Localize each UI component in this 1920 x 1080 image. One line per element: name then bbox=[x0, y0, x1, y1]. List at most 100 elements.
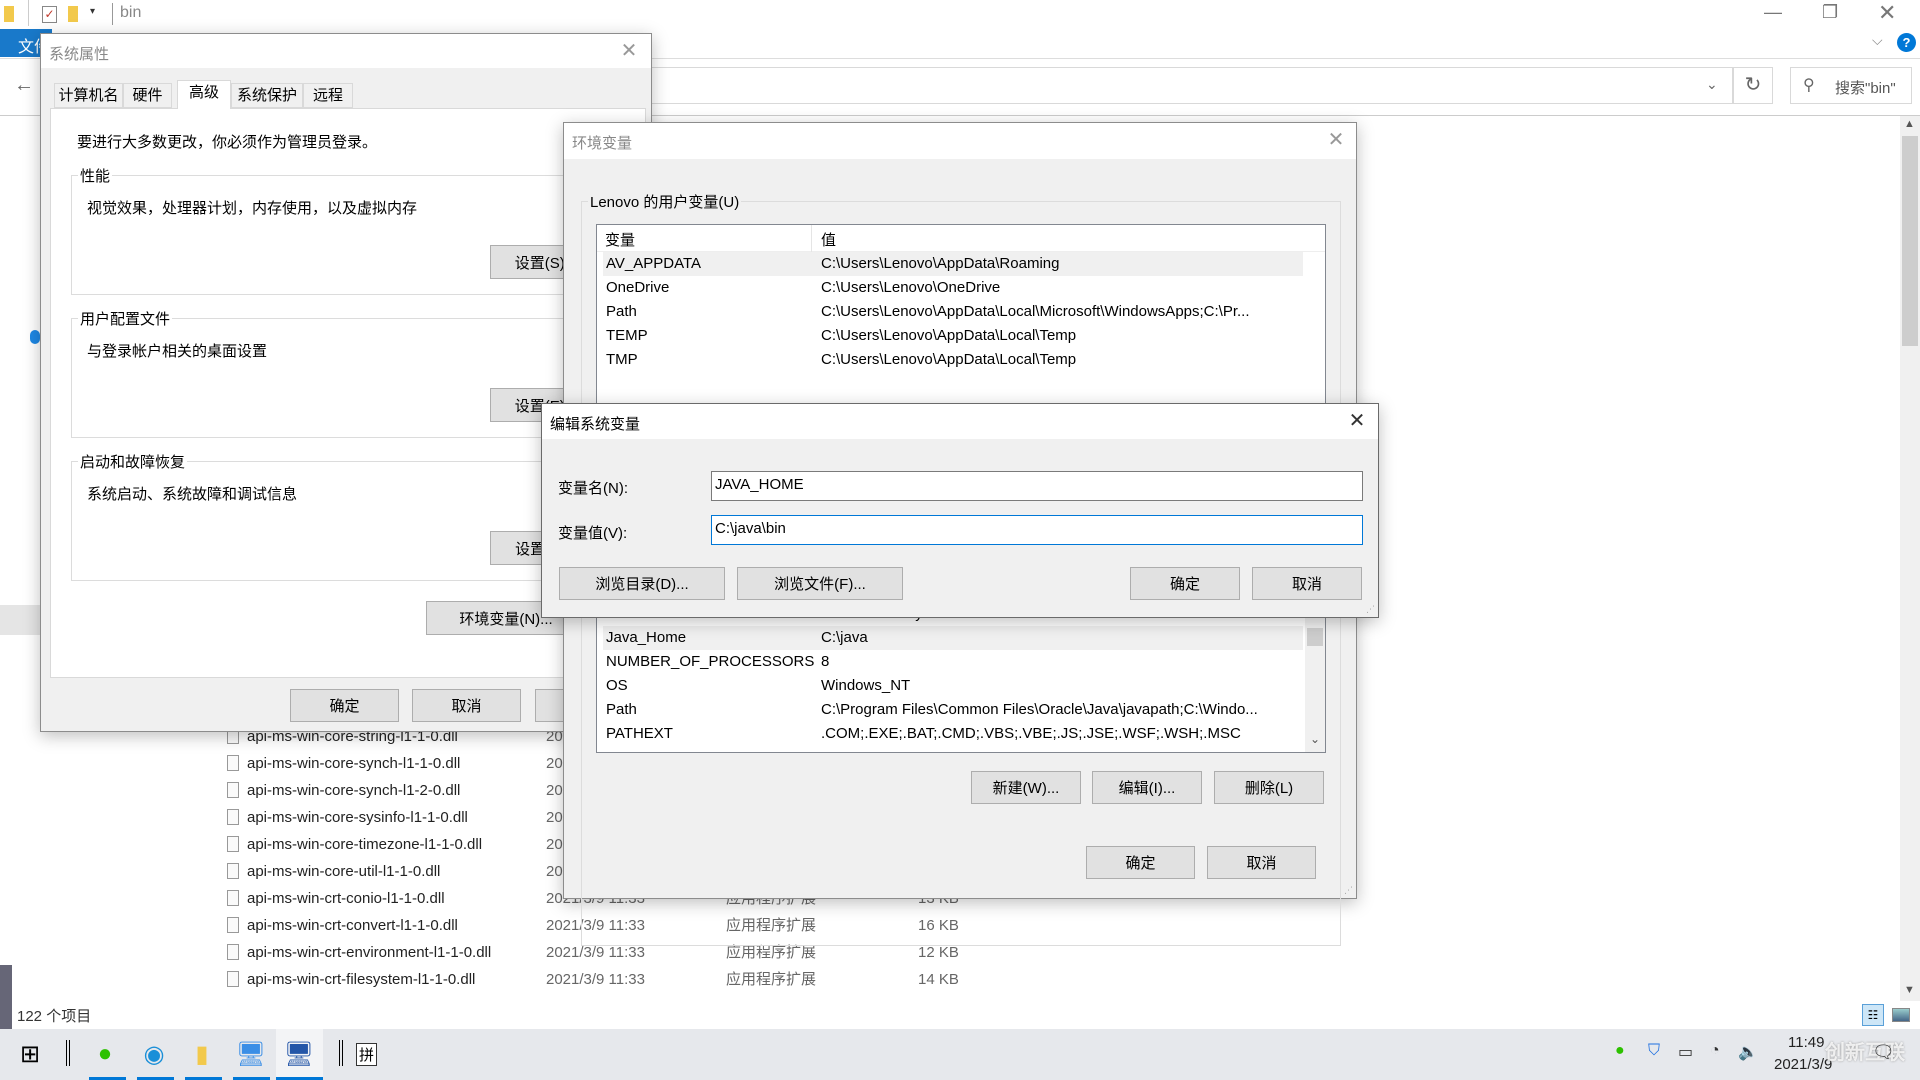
nav-pane-selected-item[interactable] bbox=[0, 605, 40, 635]
file-type: 应用程序扩展 bbox=[726, 971, 817, 988]
variable-value: C:\Users\Lenovo\AppData\Local\Microsoft\… bbox=[821, 303, 1250, 320]
variable-name-input[interactable]: JAVA_HOME bbox=[711, 471, 1363, 501]
file-row[interactable]: api-ms-win-crt-filesystem-l1-1-0.dll 202… bbox=[220, 966, 980, 993]
tab-1[interactable]: 硬件 bbox=[123, 83, 172, 108]
search-box[interactable]: ⚲ 搜索"bin" bbox=[1790, 67, 1912, 104]
system-properties-dialog: 系统属性 ✕ 计算机名 硬件 高级 系统保护 远程 要进行大多数更改，你必须作为管理员登… bbox=[40, 33, 652, 732]
details-view-icon[interactable]: ☷ bbox=[1862, 1004, 1884, 1026]
scrollbar[interactable]: ⌄ bbox=[1305, 604, 1325, 752]
dll-file-icon bbox=[227, 890, 239, 906]
delete-variable-button[interactable]: 删除(L) bbox=[1214, 771, 1324, 804]
variable-value-input[interactable]: C:\java\bin bbox=[711, 515, 1363, 545]
ok-button[interactable]: 确定 bbox=[1086, 846, 1195, 879]
restore-button[interactable]: ❐ bbox=[1822, 2, 1838, 23]
tab-0[interactable]: 计算机名 bbox=[54, 83, 123, 108]
variable-row[interactable]: Path C:\Program Files\Common Files\Oracl… bbox=[603, 698, 1303, 722]
variable-name: AV_APPDATA bbox=[606, 255, 702, 272]
properties-icon[interactable]: ✓ bbox=[42, 6, 57, 23]
scroll-up-icon[interactable]: ▲ bbox=[1904, 118, 1915, 130]
divider bbox=[339, 1040, 343, 1066]
close-icon[interactable]: ✕ bbox=[1322, 127, 1350, 152]
variable-name: TMP bbox=[606, 351, 638, 368]
clock-time[interactable]: 11:49 bbox=[1788, 1034, 1824, 1051]
dll-file-icon bbox=[227, 971, 239, 987]
file-name: api-ms-win-crt-conio-l1-1-0.dll bbox=[247, 890, 445, 907]
variable-row[interactable]: OneDrive C:\Users\Lenovo\OneDrive bbox=[603, 276, 1303, 300]
scrollbar-thumb[interactable] bbox=[1307, 628, 1323, 646]
variable-value: .COM;.EXE;.BAT;.CMD;.VBS;.VBE;.JS;.JSE;.… bbox=[821, 725, 1241, 742]
cancel-button[interactable]: 取消 bbox=[1252, 567, 1362, 600]
help-icon[interactable]: ? bbox=[1897, 33, 1916, 52]
user-variables-label: Lenovo 的用户变量(U) bbox=[588, 191, 742, 212]
variable-value: C:\Users\Lenovo\AppData\Roaming bbox=[821, 255, 1060, 272]
onedrive-icon[interactable] bbox=[30, 330, 40, 344]
status-item-count: 122 个项目 bbox=[17, 1008, 92, 1025]
wechat-tray-icon[interactable]: ● bbox=[1615, 1042, 1625, 1060]
variable-row[interactable]: Java_Home C:\java bbox=[603, 626, 1303, 650]
system-variables-list[interactable]: DriverData C:\Windows\System32\Drivers\D… bbox=[596, 603, 1326, 753]
scrollbar-thumb[interactable] bbox=[1902, 136, 1918, 346]
system-properties-icon[interactable]: 🖥 bbox=[281, 1036, 317, 1072]
ok-button[interactable]: 确定 bbox=[1130, 567, 1240, 600]
large-icons-view-icon[interactable] bbox=[1892, 1008, 1910, 1022]
user-variables-list[interactable]: 变量 值 AV_APPDATA C:\Users\Lenovo\AppData\… bbox=[596, 224, 1326, 424]
notification-icon[interactable]: 🗨 bbox=[1872, 1042, 1895, 1063]
browse-directory-button[interactable]: 浏览目录(D)... bbox=[559, 567, 725, 600]
new-variable-button[interactable]: 新建(W)... bbox=[971, 771, 1081, 804]
ok-button[interactable]: 确定 bbox=[290, 689, 399, 722]
volume-icon[interactable]: 🔈 bbox=[1738, 1042, 1758, 1062]
customize-toolbar-icon[interactable]: ▾ bbox=[90, 6, 95, 17]
cancel-button[interactable]: 取消 bbox=[1207, 846, 1316, 879]
edit-system-variable-dialog: 编辑系统变量 ✕ 变量名(N): JAVA_HOME 变量值(V): C:\ja… bbox=[541, 403, 1379, 618]
computer-icon[interactable]: 🖥 bbox=[233, 1036, 269, 1072]
file-name: api-ms-win-core-util-l1-1-0.dll bbox=[247, 863, 441, 880]
tab-4[interactable]: 远程 bbox=[303, 83, 353, 108]
close-icon[interactable]: ✕ bbox=[615, 38, 643, 63]
file-name: api-ms-win-crt-environment-l1-1-0.dll bbox=[247, 944, 492, 961]
column-header-variable[interactable]: 变量 bbox=[605, 229, 635, 250]
address-bar[interactable] bbox=[600, 67, 1733, 104]
ime-indicator[interactable]: 拼 bbox=[356, 1043, 378, 1066]
scroll-down-icon[interactable]: ⌄ bbox=[1310, 732, 1320, 746]
security-shield-icon[interactable]: ⛉ bbox=[1648, 1042, 1660, 1060]
column-header-value[interactable]: 值 bbox=[821, 229, 836, 250]
wechat-icon[interactable]: ● bbox=[87, 1036, 123, 1072]
resize-grip-icon[interactable]: ⋰ bbox=[1366, 604, 1375, 615]
refresh-icon[interactable]: ↻ bbox=[1733, 67, 1773, 104]
variable-value: 8 bbox=[821, 653, 830, 670]
dialog-title: 系统属性 bbox=[49, 46, 110, 63]
list-header: 变量 值 bbox=[597, 225, 1325, 252]
scrollbar[interactable]: ▲ ▼ bbox=[1900, 116, 1920, 1001]
back-arrow-icon[interactable]: ← bbox=[14, 74, 34, 97]
group-label: 性能 bbox=[78, 165, 113, 186]
browse-file-button[interactable]: 浏览文件(F)... bbox=[737, 567, 903, 600]
start-icon[interactable]: ⊞ bbox=[12, 1036, 48, 1072]
address-dropdown-icon[interactable]: ⌄ bbox=[1706, 76, 1718, 93]
tab-2[interactable]: 高级 bbox=[177, 80, 231, 109]
nav-pane-scroll-handle[interactable] bbox=[0, 965, 12, 1029]
expand-ribbon-icon[interactable]: ⌵ bbox=[1872, 32, 1883, 49]
file-explorer-icon[interactable]: ▮ bbox=[184, 1036, 220, 1072]
variable-row[interactable]: Path C:\Users\Lenovo\AppData\Local\Micro… bbox=[603, 300, 1303, 324]
variable-name: PATHEXT bbox=[606, 725, 673, 742]
variable-row[interactable]: TEMP C:\Users\Lenovo\AppData\Local\Temp bbox=[603, 324, 1303, 348]
file-name: api-ms-win-core-synch-l1-1-0.dll bbox=[247, 755, 461, 772]
edge-icon[interactable]: ◉ bbox=[136, 1036, 172, 1072]
cancel-button[interactable]: 取消 bbox=[412, 689, 521, 722]
variable-row[interactable]: AV_APPDATA C:\Users\Lenovo\AppData\Roami… bbox=[603, 252, 1303, 276]
close-button[interactable]: ✕ bbox=[1878, 0, 1896, 26]
variable-row[interactable]: NUMBER_OF_PROCESSORS 8 bbox=[603, 650, 1303, 674]
variable-row[interactable]: TMP C:\Users\Lenovo\AppData\Local\Temp bbox=[603, 348, 1303, 372]
close-icon[interactable]: ✕ bbox=[1343, 408, 1371, 433]
new-folder-icon[interactable] bbox=[68, 6, 78, 22]
battery-icon[interactable]: ▭ bbox=[1678, 1042, 1693, 1062]
variable-row[interactable]: OS Windows_NT bbox=[603, 674, 1303, 698]
variable-row[interactable]: PATHEXT .COM;.EXE;.BAT;.CMD;.VBS;.VBE;.J… bbox=[603, 722, 1303, 746]
scroll-down-icon[interactable]: ▼ bbox=[1904, 984, 1915, 996]
clock-date[interactable]: 2021/3/9 bbox=[1774, 1056, 1832, 1073]
resize-grip-icon[interactable]: ⋰ bbox=[1344, 885, 1353, 896]
minimize-button[interactable]: — bbox=[1764, 2, 1782, 23]
edit-variable-button[interactable]: 编辑(I)... bbox=[1092, 771, 1202, 804]
wifi-icon[interactable]: ◔ bbox=[1710, 1042, 1720, 1060]
tab-3[interactable]: 系统保护 bbox=[231, 83, 303, 108]
